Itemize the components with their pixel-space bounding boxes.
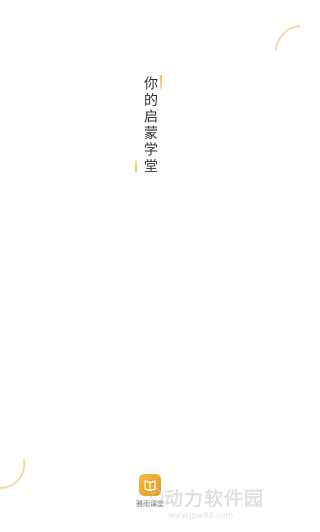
watermark-logo-icon [150,487,164,507]
corner-arc-decoration [0,459,26,490]
tagline-block: 你的启蒙学堂 [133,70,167,180]
accent-tick-bottom [135,160,137,172]
splash-tagline: 你的启蒙学堂 [142,76,158,175]
watermark-url: www.jpw88.com [168,511,234,520]
corner-arc-decoration [275,25,300,51]
splash-screen: 你的启蒙学堂 雅雨课堂 动力软件园 www.jpw88.com [0,0,300,532]
accent-tick-top [160,75,162,89]
watermark: 动力软件园 www.jpw88.com [150,484,298,530]
watermark-title: 动力软件园 [164,488,265,510]
